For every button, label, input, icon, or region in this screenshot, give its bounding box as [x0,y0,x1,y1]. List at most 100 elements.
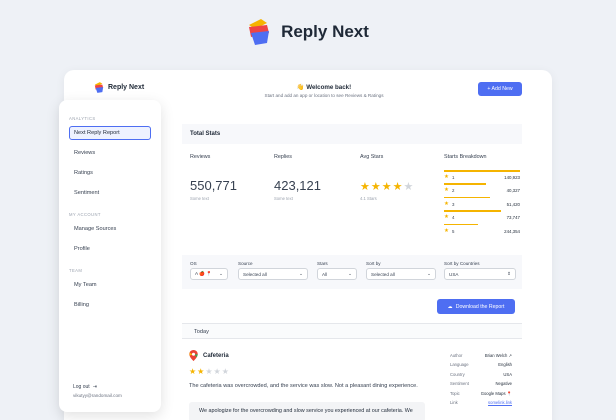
star-filled-icon: ★ [197,367,205,376]
breakdown-bar [444,210,501,212]
sortby-label: Sort by [366,261,381,266]
star-icon: ★ [444,214,449,221]
os-value: A 🍎 📍 [195,271,212,276]
logout-label: Log out [73,384,90,390]
star-filled-icon: ★ [360,181,370,193]
breakdown-row: ★ 5 244,354 [444,223,520,237]
star-empty-icon: ★ [221,367,229,376]
breakdown-count: 244,354 [504,228,520,234]
stars-filter: Stars All ⌄ [317,261,357,280]
os-filter: OS A 🍎 📍 ⌄ [190,261,228,280]
avg-stars-label: Avg Stars [360,154,384,160]
welcome-message: 👋 Welcome back! Start and add an app or … [224,83,424,98]
source-select[interactable]: Selected all ⌄ [238,268,308,280]
replies-label: Replies [274,154,292,160]
meta-row: Link somelink.link [450,400,512,409]
chevron-down-icon: ⌄ [427,271,431,276]
section-team: TEAM [69,268,83,273]
star-icon: ★ [444,200,449,207]
stars-select[interactable]: All ⌄ [317,268,357,280]
app-logo[interactable]: Reply Next [94,82,144,93]
breakdown-bar [444,196,490,199]
meta-link[interactable]: somelink.link [488,400,512,409]
sortby-filter: Sort by Selected all ⌄ [366,261,436,280]
star-icon: ★ [444,174,449,180]
meta-row: Country USA [450,372,512,381]
total-stats-card: Total Stats Reviews 550,771 Some text Re… [182,124,522,240]
sidebar: ANALYTICS Next Reply Report Reviews Rati… [59,100,161,412]
user-email: vikutyy@randomail.com [73,393,122,398]
chevron-down-icon: ⌄ [219,271,223,276]
breakdown-count: 73,747 [506,215,520,221]
meta-row: Author Brian Welch ↗ [450,353,512,362]
add-new-button[interactable]: + Add New [478,82,522,96]
section-my-account: MY ACCOUNT [69,212,101,217]
star-empty-icon: ★ [213,367,221,376]
star-filled-icon: ★ [370,181,381,193]
replies-value: 423,121 [274,178,321,193]
reviews-note: Some text [190,196,209,201]
chevron-down-icon: ⌄ [299,271,303,276]
brand-header: Reply Next [0,16,616,48]
meta-value[interactable]: Brian Welch ↗ [485,353,512,362]
star-empty-icon: ★ [403,181,414,193]
reply-text[interactable]: We apologize for the overcrowding and sl… [189,402,425,420]
reviews-stat: Reviews 550,771 Some text [190,154,270,201]
stars-breakdown: Starts Breakdown ★ 1 140,923 ★ 2 40,327 ★ 3 51,4… [444,154,520,237]
sortby-select[interactable]: Selected all ⌄ [366,268,436,280]
star-filled-icon: ★ [381,181,392,193]
brand-name: Reply Next [281,22,369,41]
breakdown-count: 140,923 [504,175,520,180]
sidebar-item-sentiment[interactable]: Sentiment [69,186,151,200]
map-pin-icon [189,350,198,361]
app-name: Reply Next [108,84,145,91]
meta-value: USA [503,371,512,377]
source-value: Selected all [243,271,267,277]
sidebar-item-next-reply-report[interactable]: Next Reply Report [69,126,151,140]
avg-stars-stat: Avg Stars ★ ★ ★ ★ ★ 4.1 Stars [360,154,440,201]
total-stats-title: Total Stats [182,124,522,144]
chevron-down-icon: ⌄ [348,271,352,276]
download-report-button[interactable]: ☁ Download the Report [437,299,515,314]
breakdown-bar [444,223,479,226]
countries-label: Sort by Countries [444,261,480,266]
app-logo-icon [94,82,104,93]
reviews-value: 550,771 [190,178,237,193]
logout-icon: ⇥ [92,384,97,390]
review-meta: Author Brian Welch ↗ Language English Countr… [450,353,512,409]
replies-note: Some text [274,196,293,201]
download-report-label: Download the Report [455,303,505,310]
logout-button[interactable]: Log out ⇥ [73,384,97,390]
sidebar-item-ratings[interactable]: Ratings [69,166,151,180]
updown-chevron-icon: ⇕ [507,271,511,276]
replies-stat: Replies 423,121 Some text [274,154,354,201]
reviews-label: Reviews [190,154,211,160]
os-select[interactable]: A 🍎 📍 ⌄ [190,268,228,280]
review-text: The cafeteria was overcrowded, and the s… [189,383,418,389]
breakdown-row: ★ 3 51,420 [444,196,520,210]
avg-stars-note: 4.1 Stars [360,196,377,201]
breakdown-row: ★ 1 140,923 [444,170,520,183]
os-label: OS [190,261,197,266]
sidebar-item-reviews[interactable]: Reviews [69,146,151,160]
review-date-group: Today [182,323,522,339]
meta-row: Sentiment Negative [450,381,512,390]
welcome-subtitle: Start and add an app or location to see … [264,93,384,98]
sidebar-item-my-team[interactable]: My Team [69,278,151,292]
sidebar-item-billing[interactable]: Billing [69,298,151,312]
countries-filter: Sort by Countries USA ⇕ [444,261,516,280]
countries-select[interactable]: USA ⇕ [444,268,516,280]
source-label: Source [238,261,253,266]
sidebar-item-manage-sources[interactable]: Manage Sources [69,222,151,236]
breakdown-row: ★ 2 40,327 [444,183,520,196]
sidebar-item-profile[interactable]: Profile [69,242,151,256]
star-filled-icon: ★ [392,181,403,193]
breakdown-star-number: 4 [452,215,455,221]
meta-key: Topic [450,390,460,396]
cloud-download-icon: ☁ [447,303,453,310]
breakdown-bar [444,183,486,185]
breakdown-star-number: 5 [452,228,455,234]
sortby-value: Selected all [371,271,395,277]
stars-label: Stars [317,261,328,266]
star-icon: ★ [444,187,449,194]
